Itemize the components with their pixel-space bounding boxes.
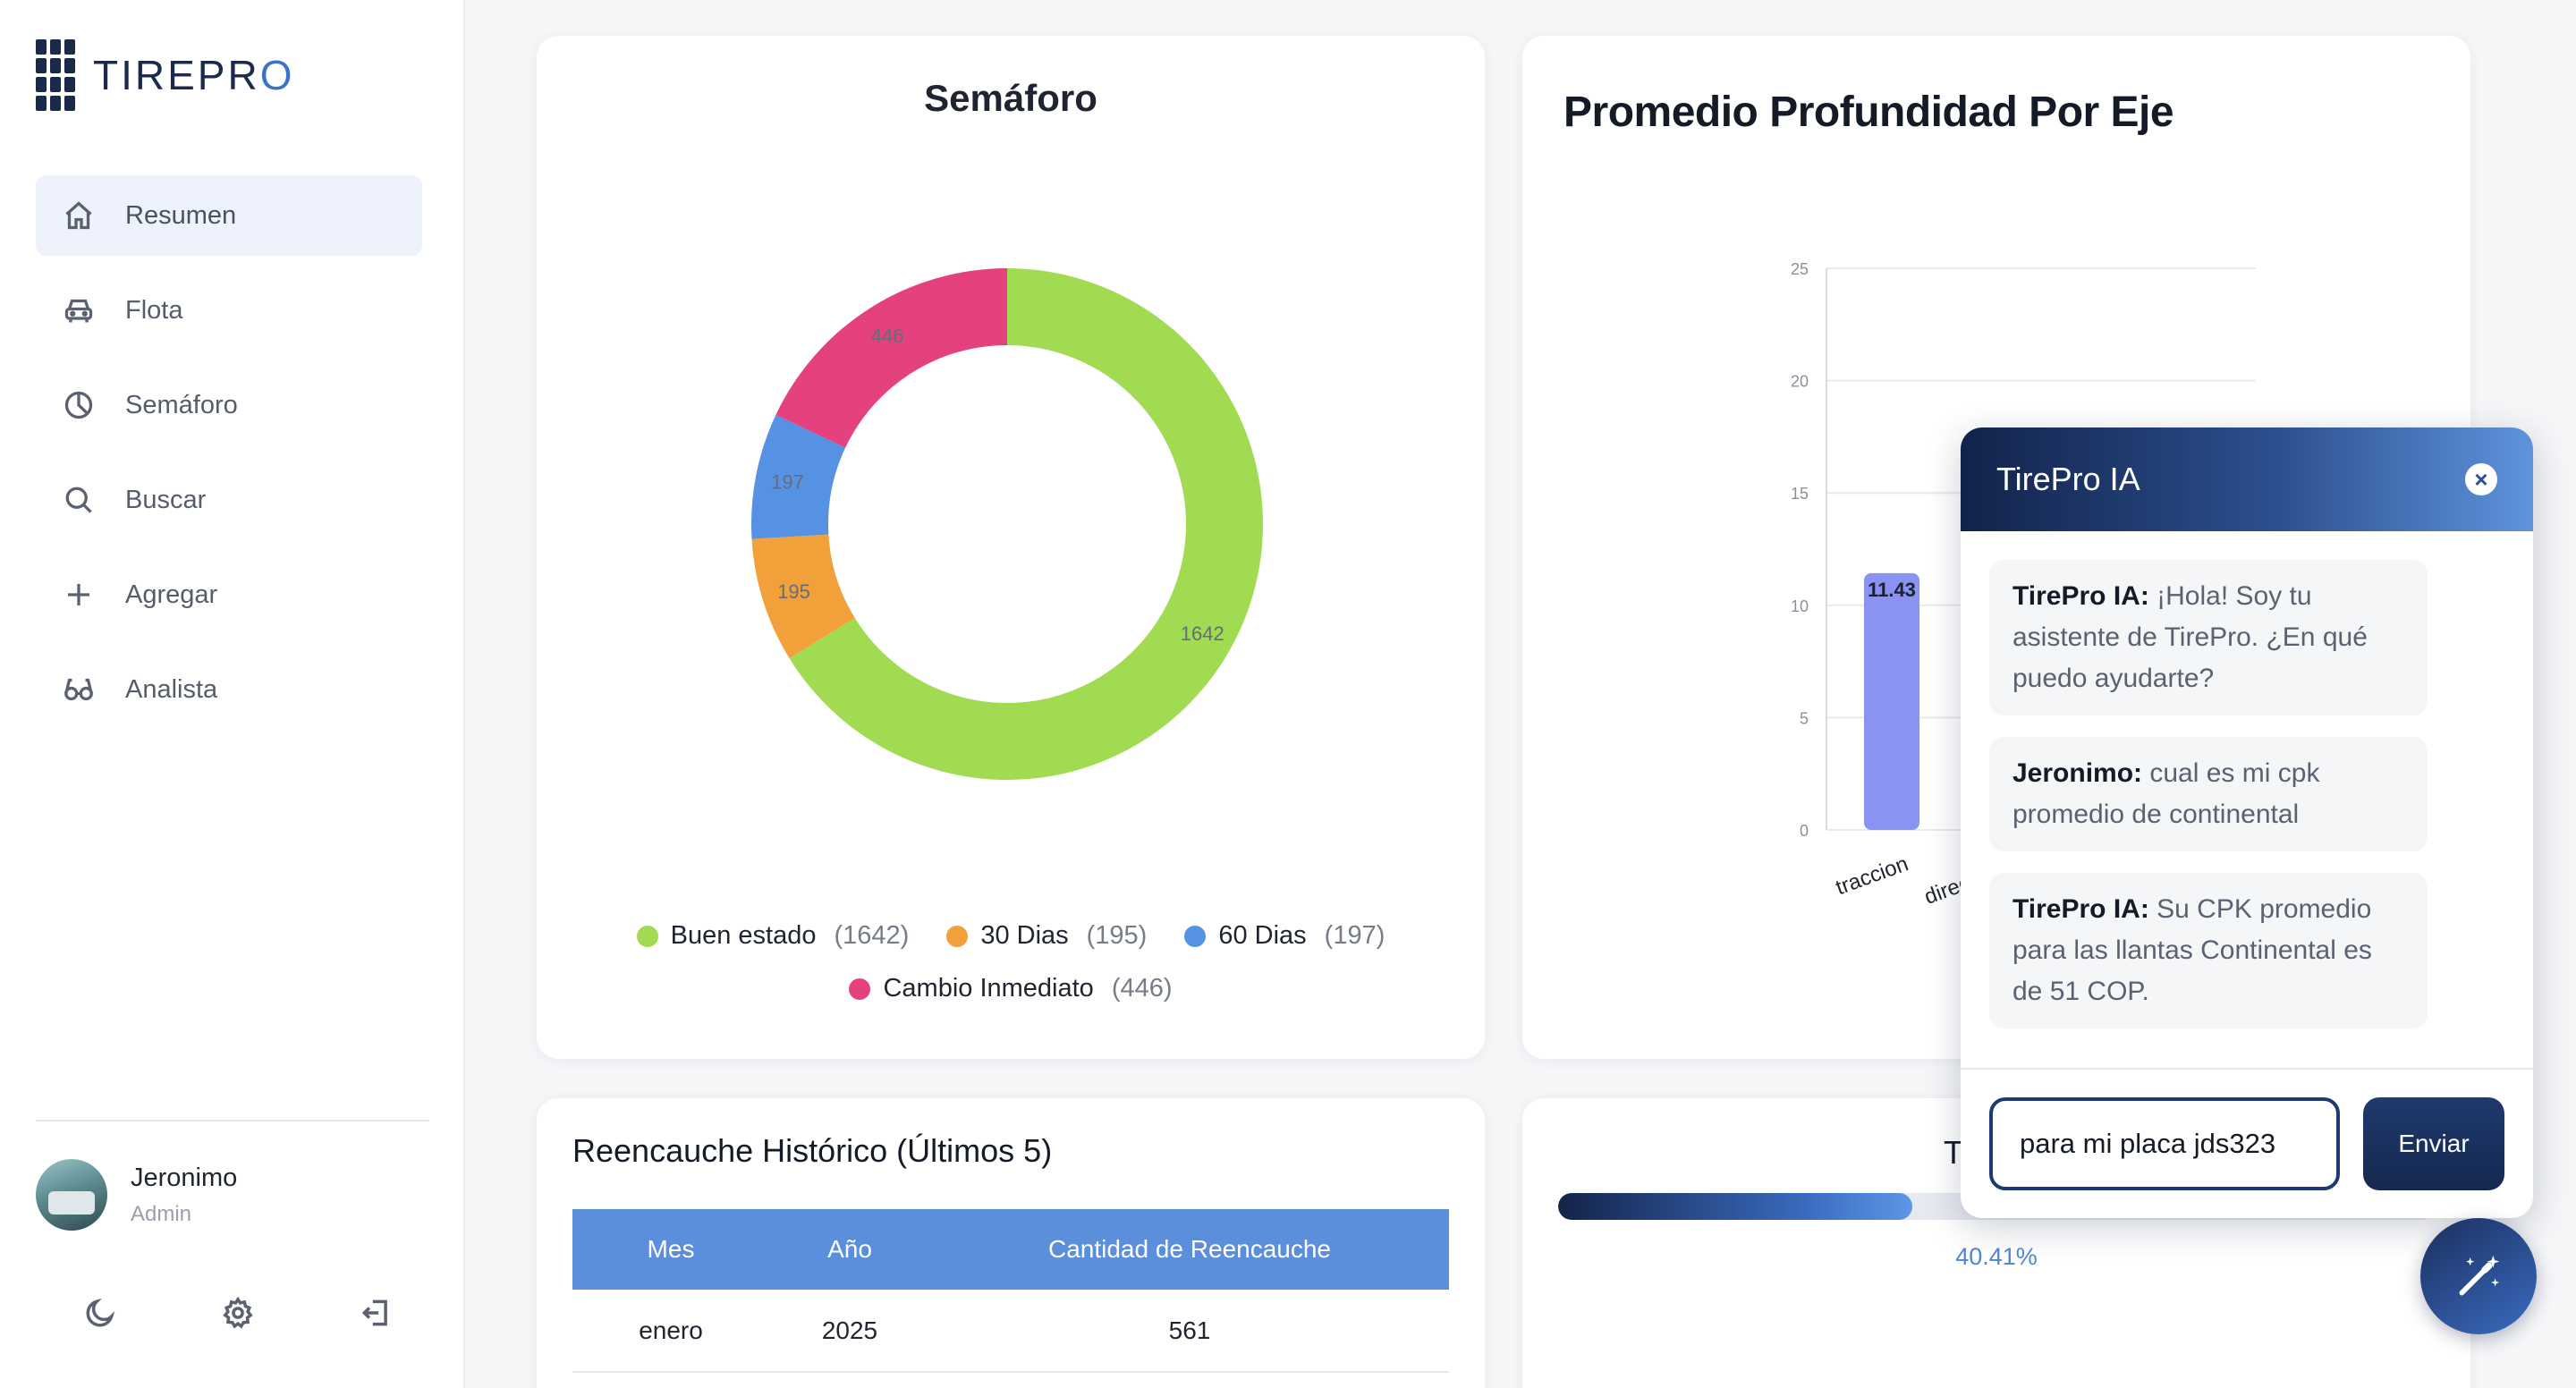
- avatar: [36, 1159, 107, 1231]
- message-sender: TirePro IA:: [2012, 581, 2149, 611]
- donut-data-label: 195: [777, 580, 810, 603]
- chat-input-bar: Enviar: [1961, 1068, 2533, 1218]
- sidebar-item-label: Flota: [125, 295, 183, 325]
- sidebar: TIREPRO Resumen Flota Semáforo Buscar Ag…: [0, 0, 465, 1388]
- donut-data-label: 446: [871, 325, 904, 347]
- table-cell: 561: [930, 1290, 1449, 1373]
- table-cell: 2025: [769, 1290, 930, 1373]
- table-cell: enero: [572, 1290, 769, 1373]
- sidebar-item-label: Agregar: [125, 580, 218, 609]
- legend-label: 60 Dias: [1218, 921, 1307, 950]
- y-tick-label: 5: [1800, 709, 1809, 727]
- sidebar-item-agregar[interactable]: Agregar: [36, 554, 422, 635]
- legend-label: Buen estado: [670, 921, 817, 950]
- sidebar-nav: Resumen Flota Semáforo Buscar Agregar An…: [36, 175, 422, 744]
- chat-title: TirePro IA: [1996, 461, 2140, 497]
- tanque-progress-fill: [1558, 1193, 1913, 1220]
- tanque-progress-label: 40.41%: [1955, 1243, 2038, 1270]
- user-role: Admin: [131, 1201, 192, 1226]
- reencauche-title: Reencauche Histórico (Últimos 5): [572, 1132, 1053, 1169]
- legend-count: (1642): [834, 921, 910, 950]
- sidebar-item-label: Buscar: [125, 485, 207, 514]
- bar-data-label: 11.43: [1868, 579, 1916, 601]
- legend-count: (195): [1086, 921, 1148, 950]
- donut-slice-cambio-inmediato[interactable]: [775, 268, 1007, 448]
- search-icon: [61, 482, 97, 518]
- table-header-row: Mes Año Cantidad de Reencauche: [572, 1209, 1449, 1290]
- sidebar-item-label: Analista: [125, 674, 218, 704]
- sidebar-item-semaforo[interactable]: Semáforo: [36, 365, 422, 445]
- semaforo-legend: Buen estado (1642) 30 Dias (195) 60 Dias…: [537, 921, 1485, 1003]
- logo-text: TIREPRO: [93, 52, 295, 98]
- car-icon: [61, 292, 97, 328]
- sidebar-item-buscar[interactable]: Buscar: [36, 460, 422, 540]
- message-sender: Jeronimo:: [2012, 758, 2143, 788]
- pie-chart-icon: [61, 387, 97, 423]
- message-sender: TirePro IA:: [2012, 894, 2149, 924]
- column-header-mes: Mes: [572, 1209, 769, 1290]
- legend-item-30-dias[interactable]: 30 Dias (195): [946, 921, 1147, 951]
- moon-icon[interactable]: [80, 1293, 120, 1333]
- chat-message: TirePro IA: ¡Hola! Soy tu asistente de T…: [1989, 560, 2428, 715]
- legend-item-buen-estado[interactable]: Buen estado (1642): [636, 921, 910, 951]
- y-tick-label: 25: [1791, 260, 1809, 278]
- column-header-cantidad: Cantidad de Reencauche: [930, 1209, 1449, 1290]
- chat-input[interactable]: [1989, 1097, 2340, 1190]
- tirepro-logo[interactable]: TIREPRO: [36, 39, 294, 111]
- sidebar-item-label: Resumen: [125, 200, 237, 230]
- legend-dot: [849, 978, 871, 1000]
- legend-count: (197): [1324, 921, 1385, 950]
- legend-label: Cambio Inmediato: [883, 974, 1094, 1003]
- semaforo-donut-chart: 1642 195 197 446: [751, 268, 1263, 780]
- chat-message: TirePro IA: Su CPK promedio para las lla…: [1989, 873, 2428, 1028]
- send-button[interactable]: Enviar: [2363, 1097, 2504, 1190]
- chat-message: Jeronimo: cual es mi cpk promedio de con…: [1989, 737, 2428, 851]
- promedio-title: Promedio Profundidad Por Eje: [1563, 89, 2174, 136]
- legend-item-60-dias[interactable]: 60 Dias (197): [1184, 921, 1385, 951]
- sidebar-actions: [80, 1293, 395, 1333]
- x-tick-label: traccion: [1833, 851, 1911, 900]
- close-icon[interactable]: ×: [2465, 463, 2497, 495]
- glasses-icon: [61, 672, 97, 707]
- gear-icon[interactable]: [218, 1293, 258, 1333]
- tirepro-ia-chat: TirePro IA × TirePro IA: ¡Hola! Soy tu a…: [1961, 427, 2533, 1218]
- y-tick-label: 10: [1791, 597, 1809, 615]
- legend-item-cambio-inmediato[interactable]: Cambio Inmediato (446): [849, 974, 1173, 1003]
- tire-logo-icon: [36, 39, 75, 111]
- y-tick-label: 20: [1791, 373, 1809, 391]
- bar-traccion[interactable]: [1864, 572, 1919, 830]
- sidebar-divider: [36, 1120, 429, 1121]
- ai-assistant-button[interactable]: [2420, 1218, 2537, 1334]
- user-profile[interactable]: Jeronimo Admin: [36, 1159, 237, 1231]
- donut-data-label: 1642: [1181, 622, 1224, 645]
- legend-label: 30 Dias: [980, 921, 1069, 950]
- y-tick-label: 0: [1800, 822, 1809, 840]
- chat-messages: TirePro IA: ¡Hola! Soy tu asistente de T…: [1961, 531, 2533, 1028]
- column-header-ano: Año: [769, 1209, 930, 1290]
- user-name: Jeronimo: [131, 1163, 238, 1192]
- donut-data-label: 197: [771, 470, 804, 493]
- logout-icon[interactable]: [356, 1293, 395, 1333]
- legend-dot: [946, 925, 969, 947]
- legend-count: (446): [1111, 974, 1173, 1003]
- legend-dot: [636, 925, 658, 947]
- legend-dot: [1184, 925, 1207, 947]
- sidebar-item-flota[interactable]: Flota: [36, 270, 422, 351]
- table-row: enero 2025 561: [572, 1290, 1449, 1373]
- sidebar-item-analista[interactable]: Analista: [36, 649, 422, 730]
- home-icon: [61, 198, 97, 233]
- semaforo-card: Semáforo 1642 195 197 446 Buen estado (1642…: [537, 36, 1485, 1059]
- plus-icon: [61, 577, 97, 613]
- magic-wand-icon: [2459, 1255, 2500, 1296]
- sidebar-item-resumen[interactable]: Resumen: [36, 175, 422, 256]
- reencauche-card: Reencauche Histórico (Últimos 5) Mes Año…: [537, 1098, 1485, 1388]
- y-tick-label: 15: [1791, 485, 1809, 503]
- sidebar-item-label: Semáforo: [125, 390, 238, 419]
- reencauche-table: Mes Año Cantidad de Reencauche enero 202…: [572, 1209, 1449, 1373]
- semaforo-title: Semáforo: [924, 77, 1097, 119]
- chat-header: TirePro IA ×: [1961, 427, 2533, 531]
